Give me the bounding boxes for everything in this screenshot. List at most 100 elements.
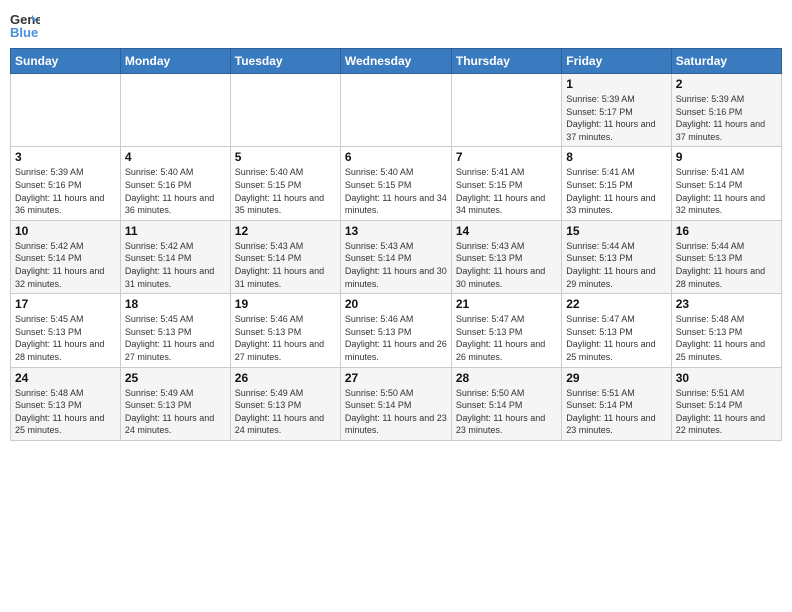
day-info: Sunrise: 5:40 AM Sunset: 5:15 PM Dayligh… (345, 166, 447, 216)
calendar-cell: 1Sunrise: 5:39 AM Sunset: 5:17 PM Daylig… (562, 74, 671, 147)
day-number: 12 (235, 224, 336, 238)
day-info: Sunrise: 5:44 AM Sunset: 5:13 PM Dayligh… (676, 240, 777, 290)
calendar-cell: 22 Sunrise: 5:47 AM Sunset: 5:13 PM Dayli… (562, 294, 671, 367)
day-info: Sunrise: 5:43 AM Sunset: 5:14 PM Dayligh… (235, 240, 336, 290)
calendar-cell: 6 Sunrise: 5:40 AM Sunset: 5:15 PM Daylig… (340, 147, 451, 220)
day-number: 24 (15, 371, 116, 385)
day-number: 2 (676, 77, 777, 91)
calendar-body: 1Sunrise: 5:39 AM Sunset: 5:17 PM Daylig… (11, 74, 782, 441)
calendar-cell: 14Sunrise: 5:43 AM Sunset: 5:13 PM Dayli… (451, 220, 561, 293)
day-number: 27 (345, 371, 447, 385)
day-number: 16 (676, 224, 777, 238)
day-number: 20 (345, 297, 447, 311)
day-number: 11 (125, 224, 226, 238)
calendar-cell: 8Sunrise: 5:41 AM Sunset: 5:15 PM Daylig… (562, 147, 671, 220)
day-number: 30 (676, 371, 777, 385)
calendar-week-row: 1Sunrise: 5:39 AM Sunset: 5:17 PM Daylig… (11, 74, 782, 147)
day-number: 19 (235, 297, 336, 311)
day-info: Sunrise: 5:42 AM Sunset: 5:14 PM Dayligh… (15, 240, 116, 290)
svg-text:Blue: Blue (10, 25, 38, 40)
calendar-cell: 9 Sunrise: 5:41 AM Sunset: 5:14 PM Daylig… (671, 147, 781, 220)
calendar-cell: 2 Sunrise: 5:39 AM Sunset: 5:16 PM Daylig… (671, 74, 781, 147)
weekday-header: Saturday (671, 49, 781, 74)
calendar-week-row: 3 Sunrise: 5:39 AM Sunset: 5:16 PM Daylig… (11, 147, 782, 220)
day-info: Sunrise: 5:39 AM Sunset: 5:16 PM Dayligh… (15, 166, 116, 216)
calendar-cell: 29 Sunrise: 5:51 AM Sunset: 5:14 PM Dayli… (562, 367, 671, 440)
day-number: 8 (566, 150, 666, 164)
day-info: Sunrise: 5:48 AM Sunset: 5:13 PM Dayligh… (15, 387, 116, 437)
header: General Blue (10, 10, 782, 40)
logo-icon: General Blue (10, 10, 40, 40)
weekday-header: Friday (562, 49, 671, 74)
day-info: Sunrise: 5:39 AM Sunset: 5:17 PM Dayligh… (566, 93, 666, 143)
weekday-header: Wednesday (340, 49, 451, 74)
weekday-header: Thursday (451, 49, 561, 74)
weekday-header: Monday (120, 49, 230, 74)
calendar-cell: 11 Sunrise: 5:42 AM Sunset: 5:14 PM Dayli… (120, 220, 230, 293)
day-info: Sunrise: 5:42 AM Sunset: 5:14 PM Dayligh… (125, 240, 226, 290)
day-info: Sunrise: 5:46 AM Sunset: 5:13 PM Dayligh… (345, 313, 447, 363)
day-number: 26 (235, 371, 336, 385)
calendar-cell: 25 Sunrise: 5:49 AM Sunset: 5:13 PM Dayli… (120, 367, 230, 440)
day-number: 25 (125, 371, 226, 385)
day-info: Sunrise: 5:51 AM Sunset: 5:14 PM Dayligh… (676, 387, 777, 437)
day-info: Sunrise: 5:46 AM Sunset: 5:13 PM Dayligh… (235, 313, 336, 363)
day-info: Sunrise: 5:43 AM Sunset: 5:14 PM Dayligh… (345, 240, 447, 290)
day-number: 9 (676, 150, 777, 164)
calendar-cell (230, 74, 340, 147)
day-info: Sunrise: 5:49 AM Sunset: 5:13 PM Dayligh… (125, 387, 226, 437)
calendar-cell: 18 Sunrise: 5:45 AM Sunset: 5:13 PM Dayli… (120, 294, 230, 367)
calendar-week-row: 17Sunrise: 5:45 AM Sunset: 5:13 PM Dayli… (11, 294, 782, 367)
calendar-cell: 7 Sunrise: 5:41 AM Sunset: 5:15 PM Daylig… (451, 147, 561, 220)
day-info: Sunrise: 5:45 AM Sunset: 5:13 PM Dayligh… (15, 313, 116, 363)
calendar-cell: 13 Sunrise: 5:43 AM Sunset: 5:14 PM Dayli… (340, 220, 451, 293)
calendar-cell: 4 Sunrise: 5:40 AM Sunset: 5:16 PM Daylig… (120, 147, 230, 220)
calendar-header: SundayMondayTuesdayWednesdayThursdayFrid… (11, 49, 782, 74)
weekday-header: Sunday (11, 49, 121, 74)
calendar-cell: 28Sunrise: 5:50 AM Sunset: 5:14 PM Dayli… (451, 367, 561, 440)
day-number: 13 (345, 224, 447, 238)
calendar-cell: 12 Sunrise: 5:43 AM Sunset: 5:14 PM Dayli… (230, 220, 340, 293)
day-info: Sunrise: 5:41 AM Sunset: 5:14 PM Dayligh… (676, 166, 777, 216)
day-number: 28 (456, 371, 557, 385)
calendar-cell (11, 74, 121, 147)
day-info: Sunrise: 5:44 AM Sunset: 5:13 PM Dayligh… (566, 240, 666, 290)
calendar-cell: 3 Sunrise: 5:39 AM Sunset: 5:16 PM Daylig… (11, 147, 121, 220)
calendar-cell: 17Sunrise: 5:45 AM Sunset: 5:13 PM Dayli… (11, 294, 121, 367)
calendar-cell (451, 74, 561, 147)
day-number: 21 (456, 297, 557, 311)
calendar-cell: 19 Sunrise: 5:46 AM Sunset: 5:13 PM Dayli… (230, 294, 340, 367)
calendar-week-row: 10 Sunrise: 5:42 AM Sunset: 5:14 PM Dayli… (11, 220, 782, 293)
day-number: 29 (566, 371, 666, 385)
calendar-cell: 15 Sunrise: 5:44 AM Sunset: 5:13 PM Dayli… (562, 220, 671, 293)
calendar-cell (120, 74, 230, 147)
calendar-week-row: 24 Sunrise: 5:48 AM Sunset: 5:13 PM Dayli… (11, 367, 782, 440)
logo: General Blue (10, 10, 40, 40)
day-number: 3 (15, 150, 116, 164)
day-number: 10 (15, 224, 116, 238)
day-info: Sunrise: 5:51 AM Sunset: 5:14 PM Dayligh… (566, 387, 666, 437)
day-info: Sunrise: 5:50 AM Sunset: 5:14 PM Dayligh… (345, 387, 447, 437)
calendar-cell: 26 Sunrise: 5:49 AM Sunset: 5:13 PM Dayli… (230, 367, 340, 440)
calendar-cell: 30 Sunrise: 5:51 AM Sunset: 5:14 PM Dayli… (671, 367, 781, 440)
day-number: 6 (345, 150, 447, 164)
day-info: Sunrise: 5:39 AM Sunset: 5:16 PM Dayligh… (676, 93, 777, 143)
day-info: Sunrise: 5:48 AM Sunset: 5:13 PM Dayligh… (676, 313, 777, 363)
day-info: Sunrise: 5:45 AM Sunset: 5:13 PM Dayligh… (125, 313, 226, 363)
day-number: 15 (566, 224, 666, 238)
day-number: 22 (566, 297, 666, 311)
day-info: Sunrise: 5:41 AM Sunset: 5:15 PM Dayligh… (456, 166, 557, 216)
calendar-cell: 27 Sunrise: 5:50 AM Sunset: 5:14 PM Dayli… (340, 367, 451, 440)
day-info: Sunrise: 5:40 AM Sunset: 5:15 PM Dayligh… (235, 166, 336, 216)
day-number: 7 (456, 150, 557, 164)
calendar-cell: 21 Sunrise: 5:47 AM Sunset: 5:13 PM Dayli… (451, 294, 561, 367)
day-info: Sunrise: 5:47 AM Sunset: 5:13 PM Dayligh… (566, 313, 666, 363)
day-number: 5 (235, 150, 336, 164)
calendar-cell: 24 Sunrise: 5:48 AM Sunset: 5:13 PM Dayli… (11, 367, 121, 440)
day-info: Sunrise: 5:40 AM Sunset: 5:16 PM Dayligh… (125, 166, 226, 216)
day-number: 18 (125, 297, 226, 311)
calendar-cell: 10 Sunrise: 5:42 AM Sunset: 5:14 PM Dayli… (11, 220, 121, 293)
day-info: Sunrise: 5:49 AM Sunset: 5:13 PM Dayligh… (235, 387, 336, 437)
day-info: Sunrise: 5:47 AM Sunset: 5:13 PM Dayligh… (456, 313, 557, 363)
day-number: 4 (125, 150, 226, 164)
